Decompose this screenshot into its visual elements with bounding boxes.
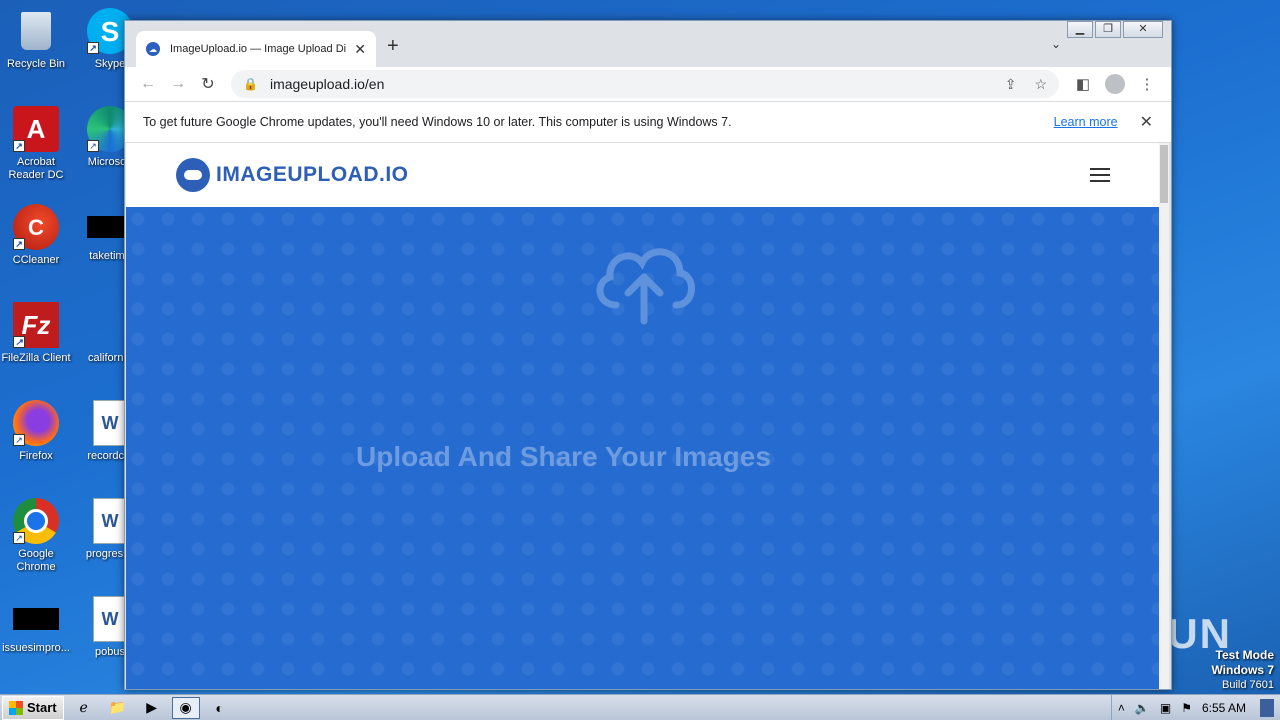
acrobat-icon: A ↗ [13,106,59,152]
desktop-icon-label: issuesimpro... [2,642,70,654]
desktop-icon-issuesimpro[interactable]: issuesimpro... [0,596,72,655]
desktop-icon-label: Google Chrome [16,548,56,573]
firefox-icon: ↗ [13,400,59,446]
word-document-icon: W [93,596,127,642]
system-tray: ˄ 🔈 ▣ ⚑ 6:55 AM [1110,694,1280,720]
page-scrollbar[interactable] [1159,143,1169,689]
test-mode-line3: Build 7601 [1222,679,1274,691]
address-bar[interactable]: 🔒 imageupload.io/en ⇪ ☆ [231,70,1059,98]
page-viewport: IMAGEUPLOAD.IO Upload And Share Your Ima… [126,143,1160,689]
reload-icon[interactable]: ↻ [193,74,223,94]
action-center-flag-icon[interactable]: ⚑ [1181,701,1192,715]
desktop-icon-filezilla[interactable]: Fz ↗ FileZilla Client [0,302,72,365]
forward-icon[interactable]: → [163,75,193,93]
desktop-icon-label: pobus [95,646,125,658]
taskbar: Start ℯ 📁 ▶ ◉ ◐ ˄ 🔈 ▣ ⚑ 6:55 AM [0,694,1280,720]
hamburger-menu-icon[interactable] [1090,164,1110,186]
browser-toolbar: ← → ↻ 🔒 imageupload.io/en ⇪ ☆ ◧ ⋮ [125,67,1171,101]
desktop-icon-ccleaner[interactable]: C ↗ CCleaner [0,204,72,267]
tab-strip: ☁ ImageUpload.io — Image Upload Di ✕ + ⌄ [125,21,1171,67]
desktop-icon-label: Recycle Bin [6,58,66,70]
logo-text: IMAGEUPLOAD.IO [216,163,409,186]
bookmark-star-icon[interactable]: ☆ [1034,76,1047,93]
side-panel-icon[interactable]: ◧ [1067,75,1099,93]
recycle-bin-icon [13,8,59,54]
back-icon[interactable]: ← [133,75,163,93]
taskbar-ie-icon[interactable]: ℯ [70,697,98,719]
desktop-icon-label: Firefox [19,450,53,462]
infobar-message: To get future Google Chrome updates, you… [143,115,732,129]
close-tab-icon[interactable]: ✕ [354,41,366,58]
lock-icon[interactable]: 🔒 [243,77,258,91]
url-text[interactable]: imageupload.io/en [270,76,987,92]
infobar-close-icon[interactable]: ✕ [1140,112,1153,132]
tray-chevron-icon[interactable]: ˄ [1118,701,1125,715]
word-document-icon: W [93,400,127,446]
cloud-logo-icon [176,158,210,192]
chrome-window: ▁ ❐ ✕ ☁ ImageUpload.io — Image Upload Di… [124,20,1172,690]
share-icon[interactable]: ⇪ [1005,76,1017,93]
tab-title: ImageUpload.io — Image Upload Di [170,43,347,55]
show-desktop-button[interactable] [1260,698,1274,717]
profile-avatar-icon[interactable] [1105,74,1125,94]
update-infobar: To get future Google Chrome updates, you… [125,101,1171,143]
new-tab-icon[interactable]: + [387,35,399,58]
taskbar-chrome-icon[interactable]: ◉ [171,696,200,719]
taskbar-explorer-icon[interactable]: 📁 [104,697,132,719]
desktop-icon-google-chrome[interactable]: ↗ Google Chrome [0,498,72,574]
desktop-icon-acrobat[interactable]: A ↗ Acrobat Reader DC [0,106,72,182]
volume-icon[interactable]: 🔈 [1135,701,1150,715]
test-mode-notice: Test Mode Windows 7 Build 7601 [1211,648,1274,692]
test-mode-line1: Test Mode [1215,648,1274,662]
tab-imageupload[interactable]: ☁ ImageUpload.io — Image Upload Di ✕ [136,31,376,67]
start-label: Start [27,700,57,715]
test-mode-line2: Windows 7 [1211,663,1274,677]
ccleaner-icon: C ↗ [13,204,59,250]
desktop-icon-firefox[interactable]: ↗ Firefox [0,400,72,463]
site-header: IMAGEUPLOAD.IO [126,143,1160,207]
desktop-icon-label: CCleaner [12,254,60,266]
desktop-icon-label: FileZilla Client [1,352,71,364]
word-document-icon: W [93,498,127,544]
upload-hero: Upload And Share Your Images [126,207,1160,689]
hero-title: Upload And Share Your Images [356,441,771,472]
site-logo[interactable]: IMAGEUPLOAD.IO [176,158,409,192]
menu-kebab-icon[interactable]: ⋮ [1131,75,1163,93]
scrollbar-thumb[interactable] [1160,145,1168,203]
file-icon [13,608,59,630]
favicon-icon: ☁ [146,42,160,56]
taskbar-edge-icon[interactable]: ◐ [206,697,234,719]
desktop-icon-label: Acrobat Reader DC [8,156,64,181]
desktop-icon-label: Skype [94,58,126,70]
filezilla-icon: Fz ↗ [13,302,59,348]
taskbar-media-player-icon[interactable]: ▶ [138,697,166,719]
start-button[interactable]: Start [2,695,64,720]
cloud-upload-icon[interactable] [588,235,700,325]
clock[interactable]: 6:55 AM [1202,701,1246,715]
network-icon[interactable]: ▣ [1160,701,1171,715]
tab-search-chevron-icon[interactable]: ⌄ [1051,37,1061,51]
desktop-icon-recycle-bin[interactable]: Recycle Bin [0,8,72,71]
windows-flag-icon [9,700,23,715]
chrome-icon: ↗ [13,498,59,544]
learn-more-link[interactable]: Learn more [1054,115,1118,129]
